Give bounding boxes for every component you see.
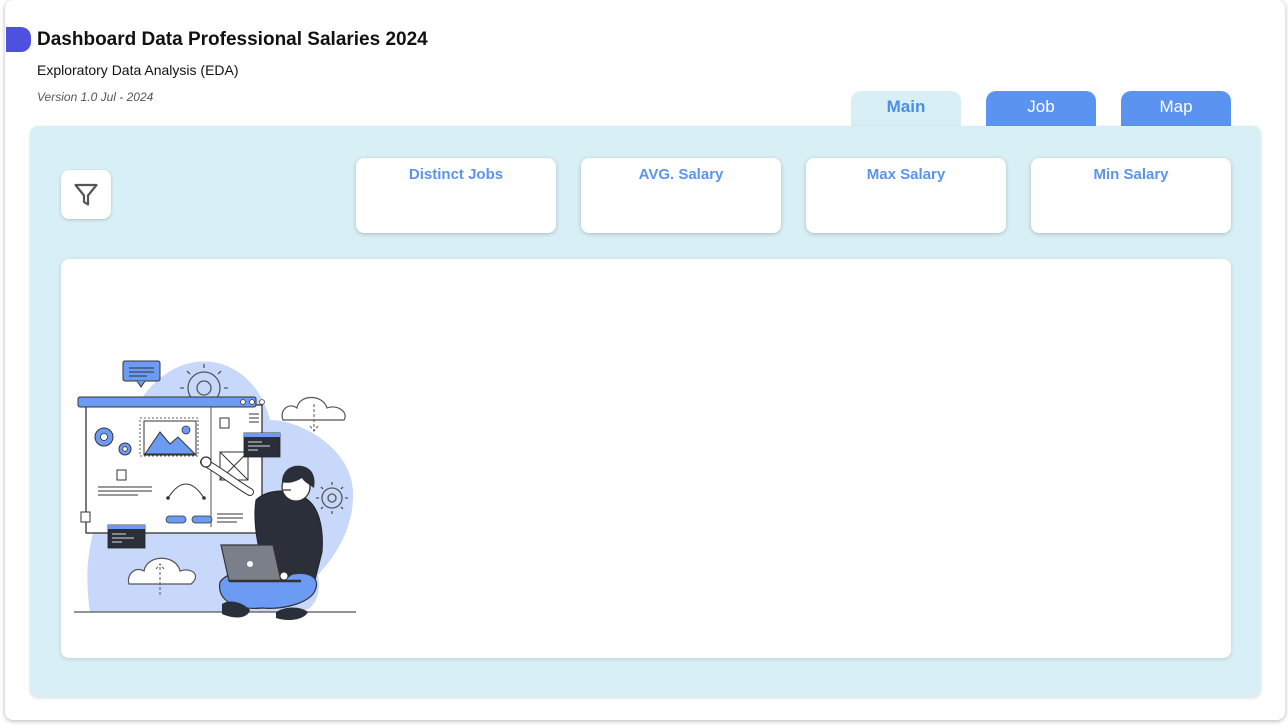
kpi-card-distinct-jobs: Distinct Jobs bbox=[356, 158, 556, 233]
filter-button[interactable] bbox=[61, 170, 111, 219]
person-with-laptop-illustration bbox=[74, 360, 356, 620]
filter-icon bbox=[74, 183, 98, 206]
kpi-label-max-salary: Max Salary bbox=[866, 166, 946, 183]
tab-job[interactable]: Job bbox=[986, 91, 1096, 127]
page-title: Dashboard Data Professional Salaries 202… bbox=[37, 29, 428, 50]
accent-marker bbox=[6, 27, 31, 52]
tab-map[interactable]: Map bbox=[1121, 91, 1231, 127]
version-label: Version 1.0 Jul - 2024 bbox=[37, 90, 154, 104]
kpi-label-avg-salary: AVG. Salary bbox=[638, 166, 724, 183]
kpi-label-min-salary: Min Salary bbox=[1093, 166, 1169, 183]
kpi-card-min-salary: Min Salary bbox=[1031, 158, 1231, 233]
kpi-card-max-salary: Max Salary bbox=[806, 158, 1006, 233]
kpi-label-distinct-jobs: Distinct Jobs bbox=[408, 166, 504, 183]
page-subtitle: Exploratory Data Analysis (EDA) bbox=[37, 62, 239, 78]
kpi-card-avg-salary: AVG. Salary bbox=[581, 158, 781, 233]
tab-main[interactable]: Main bbox=[851, 91, 961, 127]
